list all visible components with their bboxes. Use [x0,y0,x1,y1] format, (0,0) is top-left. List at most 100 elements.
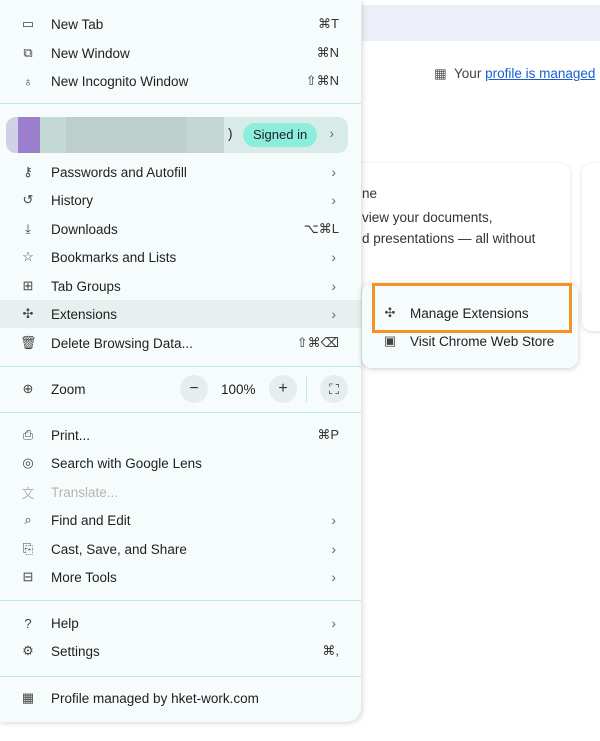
menu-item-label: More Tools [51,569,117,585]
menu-item-settings[interactable]: ⚙ Settings ⌘, [0,637,361,665]
menu-item-find-and-edit[interactable]: ⌕ Find and Edit › [0,506,361,534]
menu-item-label: Tab Groups [51,278,121,294]
menu-item-cast-save-and-share[interactable]: ⎘ Cast, Save, and Share › [0,535,361,563]
chevron-right-icon: › [331,164,336,180]
menu-item-label: Passwords and Autofill [51,164,187,180]
settings-icon: ⚙ [22,643,34,658]
toolbox-icon: ⊟ [22,569,34,584]
fullscreen-button[interactable]: ⛶ [320,375,348,403]
new-window-icon: ⧉ [23,45,33,60]
browser-page: ▦ Your profile is managed ne view your d… [352,0,600,741]
menu-item-label: New Incognito Window [51,73,189,89]
shortcut: ⌘T [318,16,339,31]
menu-separator [0,412,361,413]
menu-item-tab-groups[interactable]: ⊞ Tab Groups › [0,272,361,300]
cast-icon: ⎘ [22,541,34,556]
profile-row[interactable]: ) Signed in › [6,117,348,153]
menu-item-delete-browsing-data[interactable]: 🗑 Delete Browsing Data... ⇧⌘⌫ [0,329,361,357]
zoom-out-button[interactable]: − [180,375,208,403]
building-icon: ▦ [21,690,35,705]
shortcut: ⇧⌘⌫ [296,335,339,350]
menu-item-history[interactable]: ↺ History › [0,186,361,214]
menu-item-more-tools[interactable]: ⊟ More Tools › [0,563,361,591]
menu-separator [0,600,361,601]
web-store-icon: ▣ [383,333,397,348]
zoom-icon: ⊕ [22,381,34,396]
building-icon: ▦ [434,66,447,81]
managed-notice: ▦ Your profile is managed [434,66,596,81]
menu-item-label: New Tab [51,16,104,32]
shortcut: ⌘P [317,427,339,442]
menu-item-label: Help [51,615,79,631]
chevron-right-icon: › [331,541,336,557]
toolbar-area [362,5,600,41]
menu-separator [0,103,361,104]
menu-item-label: New Window [51,45,130,61]
divider [306,376,307,402]
menu-item-bookmarks-and-lists[interactable]: ☆ Bookmarks and Lists › [0,243,361,271]
menu-item-label: Downloads [51,221,118,237]
extension-icon: ✣ [22,306,34,321]
help-icon: ? [24,615,32,631]
submenu-item-label: Visit Chrome Web Store [410,333,555,349]
menu-item-label: Print... [51,427,91,443]
shortcut: ⇧⌘N [305,73,339,88]
profile-name-blurred [6,117,224,153]
menu-item-help[interactable]: ? Help › [0,609,361,637]
shortcut: ⌘N [316,45,339,60]
menu-separator [0,676,361,677]
menu-separator [0,366,361,367]
visit-chrome-web-store-item[interactable]: ▣ Visit Chrome Web Store [382,333,554,349]
chevron-right-icon: › [331,192,336,208]
menu-item-label: Search with Google Lens [51,455,202,471]
chevron-right-icon: › [331,569,336,585]
new-tab-icon: ▭ [21,16,35,31]
menu-item-label: Delete Browsing Data... [51,335,193,351]
history-icon: ↺ [22,192,34,207]
shortcut: ⌘, [322,643,339,658]
menu-item-label: History [51,192,94,208]
profile-managed-link[interactable]: profile is managed [485,66,595,81]
menu-item-label: Find and Edit [51,512,131,528]
menu-item-search-with-google-lens[interactable]: ◎ Search with Google Lens [0,449,361,477]
print-icon: ⎙ [22,427,34,442]
zoom-value: 100% [221,382,256,397]
chevron-right-icon: › [331,249,336,265]
menu-item-passwords-and-autofill[interactable]: ⚷ Passwords and Autofill › [0,158,361,186]
zoom-in-button[interactable]: + [269,375,297,403]
menu-item-label: Settings [51,643,100,659]
shortcut: ⌥⌘L [303,221,339,236]
incognito-icon: ♁ [23,73,33,89]
translate-icon: 文 [21,485,35,501]
menu-item-downloads[interactable]: ⤓ Downloads ⌥⌘L [0,215,361,243]
menu-item-new-incognito-window[interactable]: ♁ New Incognito Window ⇧⌘N [0,67,361,95]
menu-item-new-tab[interactable]: ▭ New Tab ⌘T [0,10,361,38]
menu-item-translate: 文 Translate... [0,478,361,506]
menu-item-label: Cast, Save, and Share [51,541,187,557]
download-icon: ⤓ [25,221,31,236]
signed-in-badge: Signed in [243,123,318,147]
chevron-right-icon: › [331,615,336,631]
menu-item-print[interactable]: ⎙ Print... ⌘P [0,421,361,449]
trash-icon: 🗑 [20,335,37,350]
chevron-right-icon: › [331,512,336,528]
chrome-main-menu: ) Signed in › ⊕ Zoom − 100% + ⛶ ▭ New Tab… [0,0,361,722]
promo-card-2 [582,163,600,331]
lens-icon: ◎ [22,455,34,470]
star-icon: ☆ [22,249,34,264]
promo-card: ne view your documents, d presentations … [352,163,570,291]
chevron-right-icon: › [329,126,335,141]
highlight-box [372,283,572,333]
menu-item-label: Profile managed by hket-work.com [51,690,259,706]
menu-item-label: Extensions [51,306,118,322]
menu-item-extensions[interactable]: ✣ Extensions › [0,300,361,328]
tab-groups-icon: ⊞ [22,278,34,293]
find-icon: ⌕ [24,512,32,527]
menu-item-profile-managed-by-hket-work-com[interactable]: ▦ Profile managed by hket-work.com [0,684,361,712]
menu-item-label: Bookmarks and Lists [51,249,177,265]
menu-item-new-window[interactable]: ⧉ New Window ⌘N [0,39,361,67]
key-icon: ⚷ [23,164,33,179]
chevron-right-icon: › [331,306,336,322]
chevron-right-icon: › [331,278,336,294]
menu-item-label: Translate... [51,484,119,500]
